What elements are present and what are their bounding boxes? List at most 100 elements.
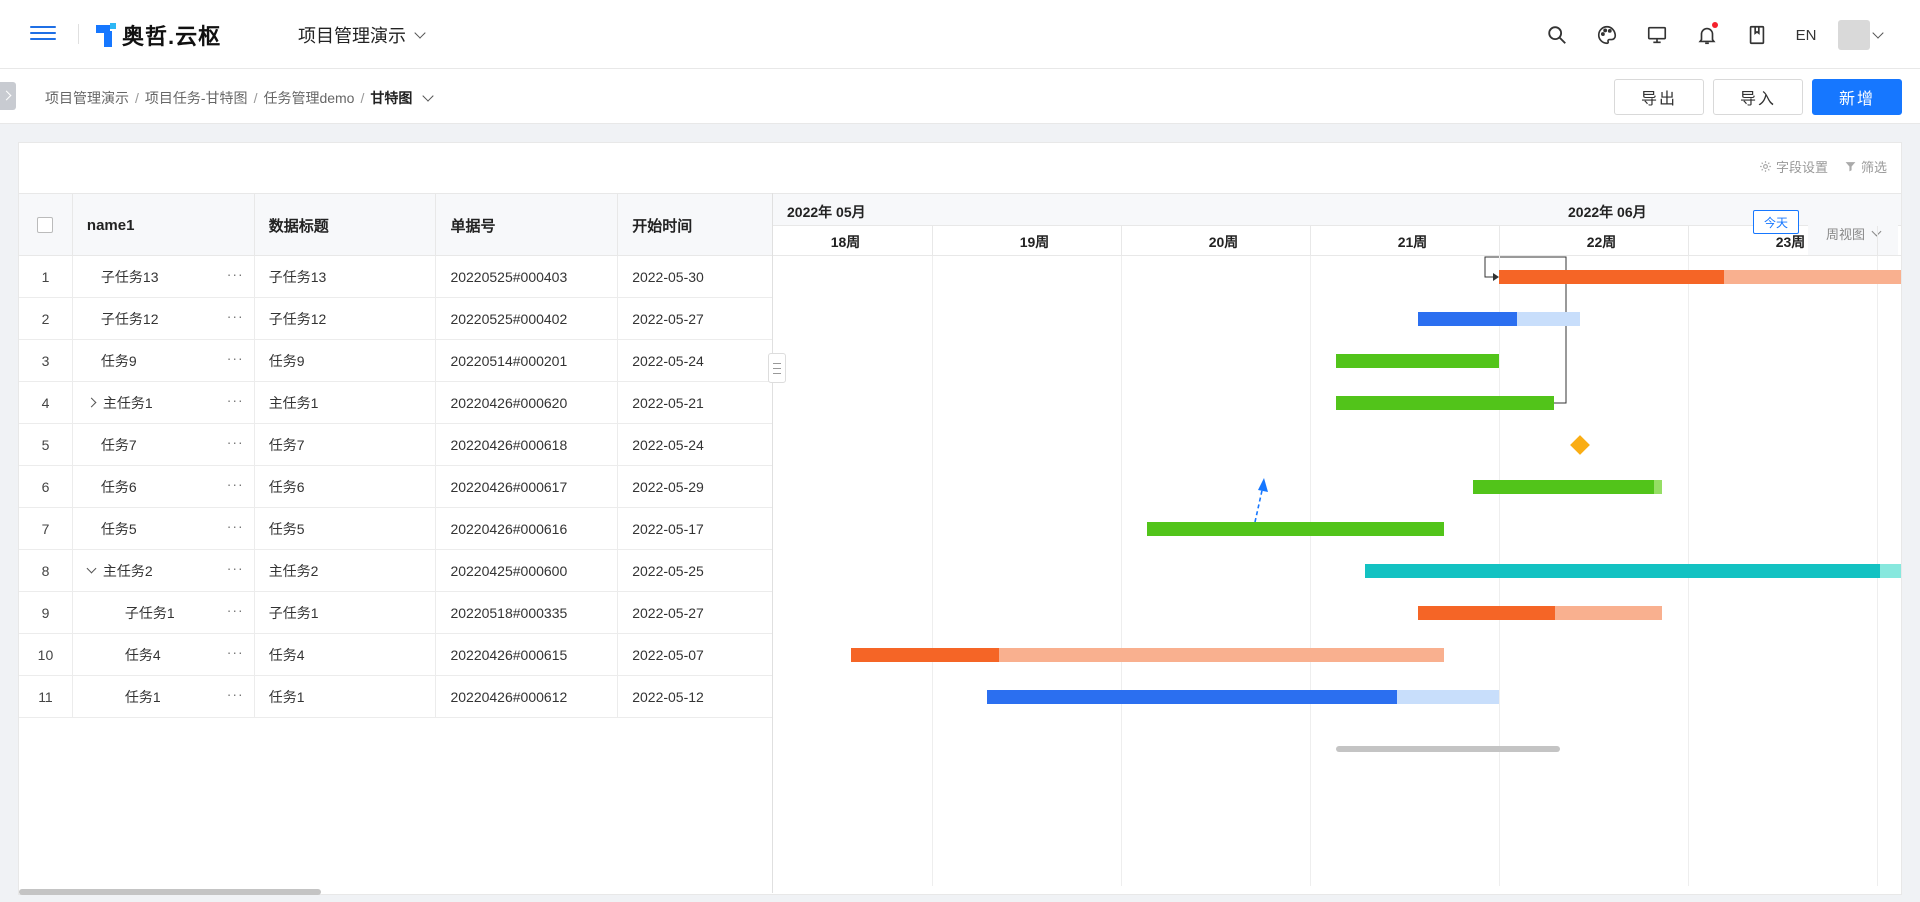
- table-row[interactable]: 10 任务4 ··· 任务4 20220426#000615 2022-05-07: [19, 634, 772, 676]
- breadcrumb-bar: 项目管理演示 / 项目任务-甘特图 / 任务管理demo / 甘特图 导出 导入…: [0, 69, 1920, 124]
- gantt-task-bar[interactable]: [987, 690, 1499, 704]
- language-switch[interactable]: EN: [1782, 27, 1830, 44]
- chevron-down-icon[interactable]: [1872, 27, 1884, 39]
- filter-label: 筛选: [1860, 160, 1887, 175]
- task-name[interactable]: 主任务2: [103, 561, 153, 581]
- avatar[interactable]: [1838, 20, 1870, 50]
- cell-name: 任务9 ···: [73, 340, 255, 381]
- cell-title: 任务7: [255, 424, 437, 465]
- gantt-task-bar[interactable]: [1418, 312, 1580, 326]
- more-options-icon[interactable]: ···: [227, 266, 244, 282]
- more-options-icon[interactable]: ···: [227, 644, 244, 660]
- task-progress-fill: [1365, 564, 1880, 578]
- gantt-task-bar[interactable]: [1499, 270, 1901, 284]
- week-divider: [1499, 226, 1500, 256]
- cell-code: 20220518#000335: [436, 592, 619, 633]
- gantt-task-bar[interactable]: [1418, 606, 1662, 620]
- cell-code: 20220426#000618: [436, 424, 619, 465]
- task-name[interactable]: 任务9: [101, 351, 137, 371]
- chevron-right-icon[interactable]: [86, 396, 97, 410]
- cell-start: 2022-05-17: [632, 520, 704, 537]
- table-horizontal-scrollbar[interactable]: [19, 889, 321, 895]
- filter-button[interactable]: 筛选: [1844, 157, 1887, 176]
- cell-code: 20220525#000402: [436, 298, 619, 339]
- chevron-down-icon[interactable]: [422, 90, 435, 102]
- table-row[interactable]: 1 子任务13 ··· 子任务13 20220525#000403 2022-05-30: [19, 256, 772, 298]
- import-button[interactable]: 导入: [1713, 79, 1803, 115]
- more-options-icon[interactable]: ···: [227, 602, 244, 618]
- gantt-task-bar[interactable]: [1336, 354, 1499, 368]
- field-settings-button[interactable]: 字段设置: [1759, 157, 1828, 176]
- palette-icon[interactable]: [1582, 18, 1632, 52]
- export-button[interactable]: 导出: [1614, 79, 1704, 115]
- task-name[interactable]: 主任务1: [103, 393, 153, 413]
- column-header-code[interactable]: 单据号: [436, 194, 619, 256]
- task-progress-fill: [1499, 270, 1724, 284]
- table-row[interactable]: 9 子任务1 ··· 子任务1 20220518#000335 2022-05-27: [19, 592, 772, 634]
- more-options-icon[interactable]: ···: [227, 476, 244, 492]
- task-name[interactable]: 任务5: [101, 519, 137, 539]
- cell-start: 2022-05-07: [632, 646, 704, 663]
- task-name[interactable]: 任务6: [101, 477, 137, 497]
- sidebar-toggle-icon[interactable]: [0, 82, 16, 110]
- week-label: 18周: [830, 234, 861, 250]
- breadcrumb-item[interactable]: 任务管理demo: [263, 88, 354, 108]
- view-mode-select[interactable]: 周视图: [1808, 211, 1898, 255]
- more-options-icon[interactable]: ···: [227, 560, 244, 576]
- monitor-icon[interactable]: [1632, 18, 1682, 52]
- table-row[interactable]: 8 主任务2 ··· 主任务2 20220425#000600 2022-05-25: [19, 550, 772, 592]
- today-button[interactable]: 今天: [1753, 210, 1799, 234]
- table-row[interactable]: 11 任务1 ··· 任务1 20220426#000612 2022-05-12: [19, 676, 772, 718]
- cell-name: 任务4 ···: [73, 634, 255, 675]
- chevron-down-icon[interactable]: [86, 563, 97, 578]
- gantt-task-bar[interactable]: [1336, 396, 1554, 410]
- project-select[interactable]: 项目管理演示: [298, 22, 426, 48]
- table-row[interactable]: 4 主任务1 ··· 主任务1 20220426#000620 2022-05-21: [19, 382, 772, 424]
- task-name[interactable]: 子任务1: [125, 603, 175, 623]
- gantt-task-bar[interactable]: [1147, 522, 1444, 536]
- panel-splitter-handle[interactable]: [768, 353, 786, 383]
- task-name[interactable]: 子任务13: [101, 267, 159, 287]
- more-options-icon[interactable]: ···: [227, 308, 244, 324]
- more-options-icon[interactable]: ···: [227, 686, 244, 702]
- table-header: name1 数据标题 单据号 开始时间: [19, 193, 772, 256]
- task-name[interactable]: 任务1: [125, 687, 161, 707]
- milestone-marker[interactable]: [1570, 435, 1590, 455]
- row-index: 10: [19, 634, 73, 675]
- more-options-icon[interactable]: ···: [227, 350, 244, 366]
- table-row[interactable]: 7 任务5 ··· 任务5 20220426#000616 2022-05-17: [19, 508, 772, 550]
- menu-icon[interactable]: [30, 22, 56, 46]
- gantt-task-bar[interactable]: [1365, 564, 1901, 578]
- search-icon[interactable]: [1532, 18, 1582, 52]
- bell-icon[interactable]: [1682, 18, 1732, 52]
- gantt-horizontal-scrollbar[interactable]: [1336, 746, 1560, 752]
- row-index: 6: [19, 466, 73, 507]
- gantt-task-bar[interactable]: [851, 648, 1444, 662]
- breadcrumb-item[interactable]: 项目管理演示: [45, 88, 129, 108]
- more-options-icon[interactable]: ···: [227, 518, 244, 534]
- task-name[interactable]: 子任务12: [101, 309, 159, 329]
- table-row[interactable]: 5 任务7 ··· 任务7 20220426#000618 2022-05-24: [19, 424, 772, 466]
- row-index: 5: [19, 424, 73, 465]
- table-row[interactable]: 3 任务9 ··· 任务9 20220514#000201 2022-05-24: [19, 340, 772, 382]
- table-row[interactable]: 6 任务6 ··· 任务6 20220426#000617 2022-05-29: [19, 466, 772, 508]
- gantt-task-bar[interactable]: [1473, 480, 1662, 494]
- field-settings-label: 字段设置: [1775, 160, 1828, 175]
- book-icon[interactable]: [1732, 18, 1782, 52]
- week-divider: [1877, 226, 1878, 256]
- column-header-start[interactable]: 开始时间: [618, 194, 772, 256]
- cell-name: 主任务1 ···: [73, 382, 255, 423]
- table-row[interactable]: 2 子任务12 ··· 子任务12 20220525#000402 2022-05-27: [19, 298, 772, 340]
- cell-code: 20220425#000600: [436, 550, 619, 591]
- select-all-checkbox[interactable]: [37, 217, 54, 233]
- column-header-title[interactable]: 数据标题: [255, 194, 437, 256]
- task-name[interactable]: 任务7: [101, 435, 137, 455]
- task-progress-fill: [851, 648, 999, 662]
- more-options-icon[interactable]: ···: [227, 434, 244, 450]
- more-options-icon[interactable]: ···: [227, 392, 244, 408]
- new-button[interactable]: 新增: [1812, 79, 1902, 115]
- breadcrumb-item[interactable]: 项目任务-甘特图: [145, 88, 248, 108]
- app-logo[interactable]: 奥哲.云枢: [96, 20, 221, 50]
- task-name[interactable]: 任务4: [125, 645, 161, 665]
- column-header-name[interactable]: name1: [73, 194, 255, 256]
